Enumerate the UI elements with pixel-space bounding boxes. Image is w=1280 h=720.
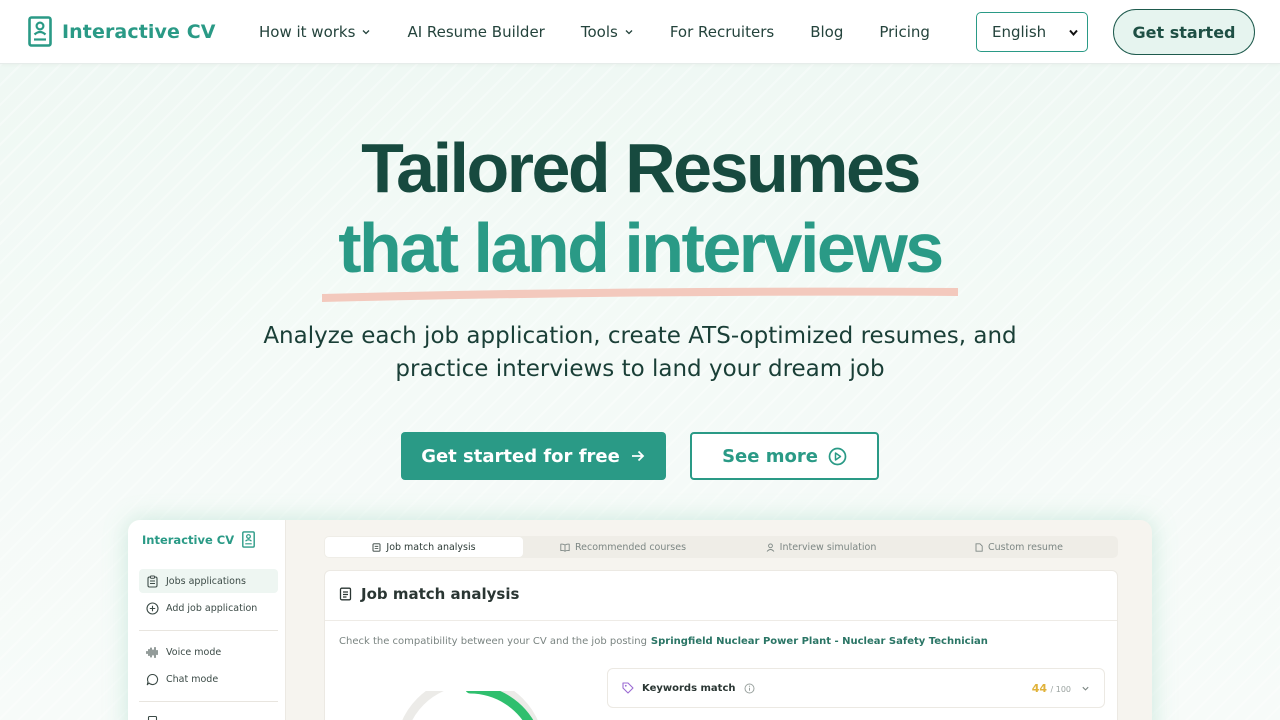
card-divider bbox=[325, 620, 1117, 621]
hero-title-line1: Tailored Resumes bbox=[361, 129, 921, 207]
score-value: 44 bbox=[1031, 681, 1047, 695]
tab-label: Recommended courses bbox=[574, 541, 687, 553]
book-open-icon bbox=[560, 543, 570, 552]
nav-label: Tools bbox=[580, 23, 618, 41]
tab-recommended-courses[interactable]: Recommended courses bbox=[524, 536, 722, 558]
tag-icon bbox=[622, 682, 634, 694]
brand-logo[interactable]: Interactive CV bbox=[28, 16, 216, 47]
sidebar-item-label: Chat mode bbox=[166, 673, 219, 685]
sidebar-item-jobs-applications[interactable]: Jobs applications bbox=[139, 569, 278, 593]
nav-how-it-works[interactable]: How it works bbox=[259, 23, 371, 41]
tab-label: Custom resume bbox=[987, 541, 1064, 553]
sidebar-item-add-job-application[interactable]: Add job application bbox=[139, 596, 278, 620]
job-match-card: Job match analysis Check the compatibili… bbox=[324, 570, 1118, 720]
preview-sidebar: Interactive CV Jobs applications Add job… bbox=[128, 520, 286, 720]
chevron-down-icon bbox=[362, 30, 370, 35]
highlight-underline bbox=[322, 287, 958, 302]
cv-document-icon bbox=[28, 16, 52, 47]
plus-circle-icon bbox=[146, 601, 159, 615]
play-circle-icon bbox=[828, 447, 847, 465]
nav-label: Blog bbox=[810, 23, 844, 41]
arrow-right-icon bbox=[631, 450, 645, 462]
preview-brand-name: Interactive CV bbox=[142, 532, 235, 547]
nav-blog[interactable]: Blog bbox=[810, 23, 843, 41]
sidebar-item-label: Voice mode bbox=[166, 646, 222, 658]
button-label: See more bbox=[722, 445, 818, 467]
compatibility-label: Check the compatibility between your CV … bbox=[339, 636, 647, 647]
chat-bubble-icon bbox=[146, 673, 159, 685]
clipboard-icon bbox=[147, 575, 158, 588]
chevron-down-icon[interactable] bbox=[1081, 684, 1090, 693]
sidebar-divider bbox=[139, 630, 278, 631]
hero-subtitle: Analyze each job application, create ATS… bbox=[263, 323, 1017, 382]
sidebar-item-chat-mode[interactable]: Chat mode bbox=[139, 667, 278, 691]
keywords-score: 44 / 100 bbox=[1032, 682, 1090, 695]
app-preview: Interactive CV Jobs applications Add job… bbox=[128, 520, 1152, 720]
main-nav: How it works AI Resume Builder Tools For… bbox=[259, 0, 966, 64]
document-icon bbox=[147, 715, 158, 720]
sidebar-item-voice-mode[interactable]: Voice mode bbox=[139, 640, 278, 664]
get-started-free-button[interactable]: Get started for free bbox=[401, 432, 666, 480]
tab-label: Interview simulation bbox=[779, 541, 877, 553]
info-icon[interactable] bbox=[744, 683, 755, 694]
sidebar-item-label: Add job application bbox=[166, 602, 258, 614]
nav-label: Pricing bbox=[879, 23, 930, 41]
chevron-down-icon bbox=[625, 30, 633, 35]
nav-label: AI Resume Builder bbox=[407, 23, 545, 41]
chevron-down-icon bbox=[1069, 29, 1078, 36]
tab-custom-resume[interactable]: Custom resume bbox=[920, 536, 1118, 558]
match-score-gauge bbox=[402, 691, 538, 720]
document-icon bbox=[372, 542, 381, 552]
score-max: / 100 bbox=[1050, 684, 1071, 694]
tab-interview-simulation[interactable]: Interview simulation bbox=[722, 536, 920, 558]
sidebar-divider bbox=[139, 701, 278, 702]
hero-title-line2: that land interviews bbox=[338, 209, 944, 287]
button-label: Get started for free bbox=[421, 445, 620, 467]
preview-brand: Interactive CV bbox=[142, 531, 255, 548]
nav-label: How it works bbox=[259, 23, 356, 41]
compatibility-text: Check the compatibility between your CV … bbox=[339, 636, 988, 647]
file-icon bbox=[975, 542, 983, 552]
nav-pricing[interactable]: Pricing bbox=[879, 23, 930, 41]
brand-name: Interactive CV bbox=[62, 20, 216, 43]
nav-ai-resume-builder[interactable]: AI Resume Builder bbox=[407, 23, 544, 41]
tab-job-match-analysis[interactable]: Job match analysis bbox=[325, 537, 523, 557]
nav-for-recruiters[interactable]: For Recruiters bbox=[670, 23, 774, 41]
language-value: English bbox=[992, 23, 1047, 41]
tab-label: Job match analysis bbox=[386, 541, 476, 553]
see-more-button[interactable]: See more bbox=[690, 432, 879, 480]
top-navbar: Interactive CV How it works AI Resume Bu… bbox=[0, 0, 1280, 64]
card-title: Job match analysis bbox=[361, 585, 520, 603]
sidebar-item-label: Jobs applications bbox=[166, 575, 246, 587]
language-select[interactable]: English bbox=[976, 12, 1088, 52]
preview-tabs: Job match analysis Recommended courses I… bbox=[324, 536, 1118, 558]
nav-tools[interactable]: Tools bbox=[581, 23, 634, 41]
job-posting-name: Springfield Nuclear Power Plant - Nuclea… bbox=[650, 636, 988, 647]
card-header: Job match analysis bbox=[339, 585, 519, 603]
document-icon bbox=[339, 587, 352, 601]
nav-label: For Recruiters bbox=[669, 23, 775, 41]
cv-document-icon bbox=[242, 531, 255, 548]
audio-wave-icon bbox=[146, 646, 158, 658]
keywords-label: Keywords match bbox=[642, 682, 736, 694]
keywords-match-row[interactable]: Keywords match 44 / 100 bbox=[607, 668, 1105, 708]
user-icon bbox=[766, 542, 774, 552]
get-started-button[interactable]: Get started bbox=[1113, 9, 1255, 55]
